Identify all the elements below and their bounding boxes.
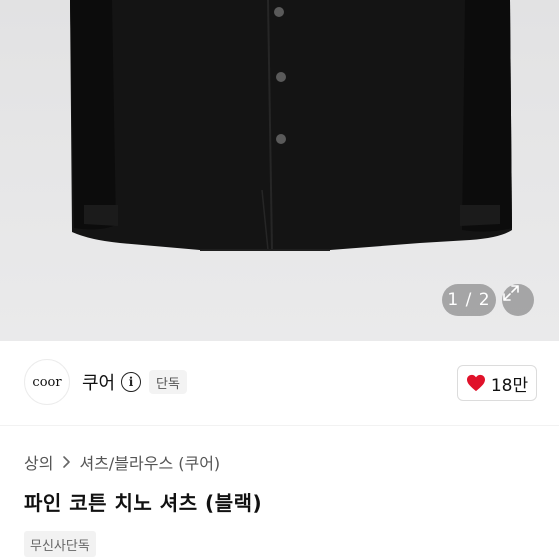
image-counter: 1 / 2 xyxy=(442,284,496,316)
brand-name[interactable]: 쿠어 xyxy=(82,369,115,395)
exclusive-badge: 단독 xyxy=(149,370,187,394)
brand-row: coor 쿠어 i 단독 18만 xyxy=(0,341,559,425)
info-icon[interactable]: i xyxy=(121,372,141,392)
like-count: 18만 xyxy=(490,375,529,396)
brand-logo[interactable]: coor xyxy=(24,359,70,405)
chevron-right-icon xyxy=(63,456,71,468)
breadcrumb: 상의 셔츠/블라우스 (쿠어) xyxy=(24,450,220,474)
expand-icon xyxy=(503,285,519,301)
brand-logo-text: coor xyxy=(32,374,62,390)
breadcrumb-category[interactable]: 상의 xyxy=(24,450,53,474)
expand-button[interactable] xyxy=(502,284,534,316)
product-image-gallery[interactable]: 1 / 2 xyxy=(0,0,559,341)
musinsa-exclusive-tag: 무신사단독 xyxy=(24,531,96,557)
divider xyxy=(0,425,559,426)
product-title: 파인 코튼 치노 셔츠 (블랙) xyxy=(24,491,263,515)
breadcrumb-subcategory[interactable]: 셔츠/블라우스 (쿠어) xyxy=(79,450,220,474)
heart-icon xyxy=(466,374,485,392)
like-button[interactable]: 18만 xyxy=(457,365,537,401)
